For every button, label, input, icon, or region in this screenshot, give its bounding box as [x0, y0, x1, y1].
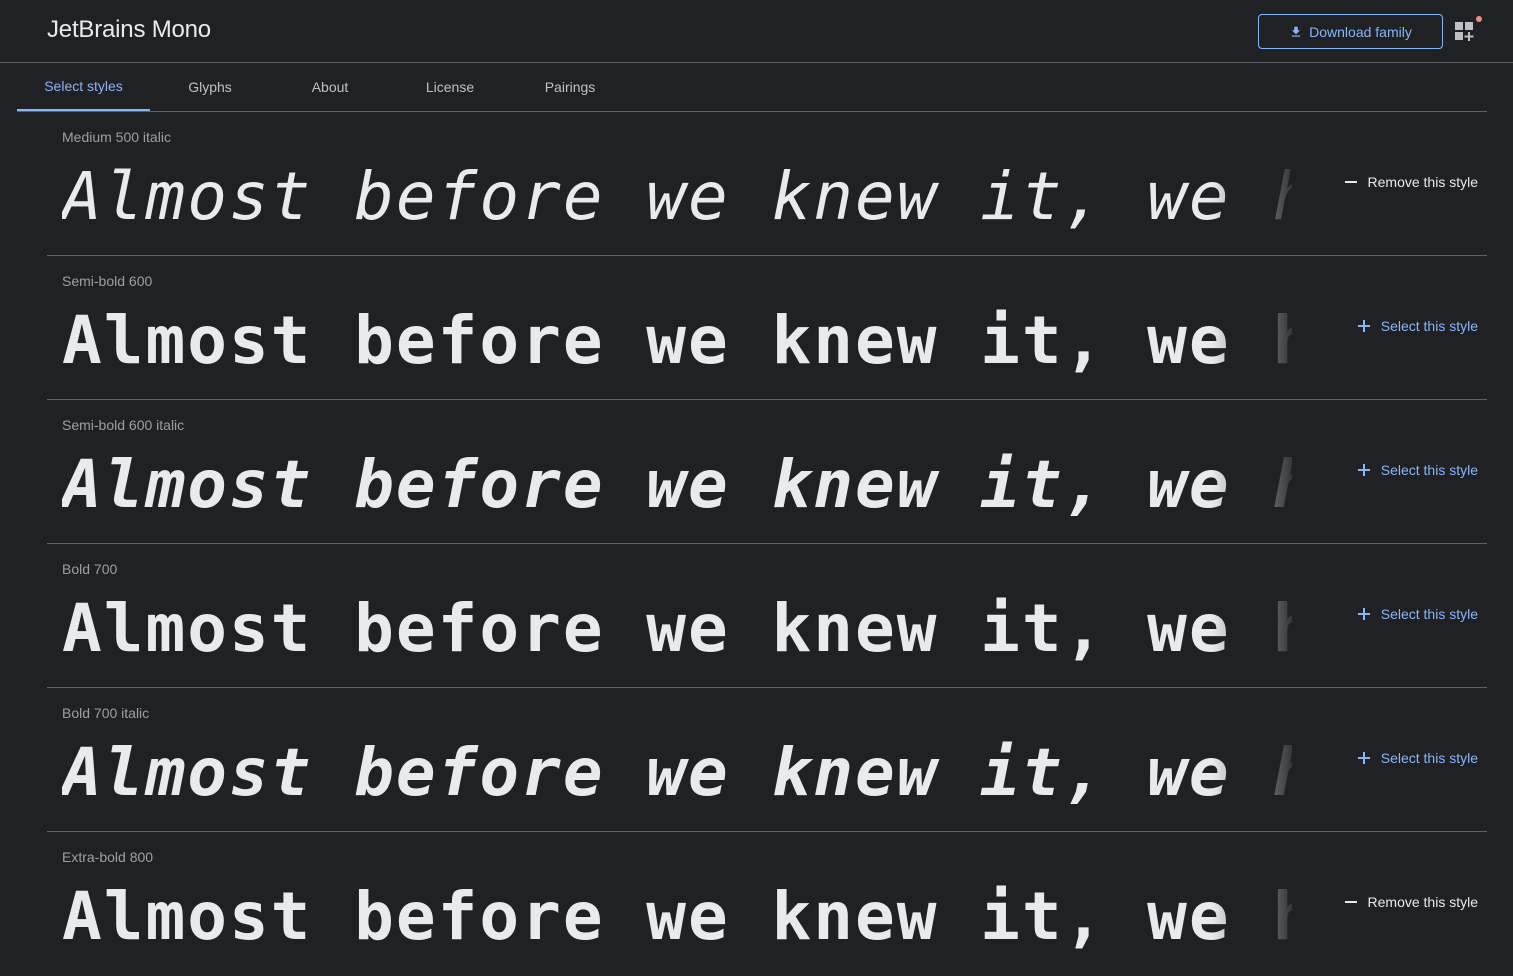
style-row-semi-bold-600: Semi-bold 600 Almost before we knew it, … — [47, 256, 1487, 400]
select-style-button[interactable]: Select this style — [1357, 748, 1478, 768]
style-row-extra-bold-800: Extra-bold 800 Almost before we knew it,… — [47, 832, 1487, 976]
tab-license[interactable]: License — [390, 63, 510, 111]
style-label: Bold 700 — [62, 561, 118, 577]
tab-glyphs[interactable]: Glyphs — [150, 63, 270, 111]
style-label: Extra-bold 800 — [62, 849, 154, 865]
action-label: Select this style — [1380, 318, 1478, 334]
specimen-text[interactable]: Almost before we knew it, we had left th… — [62, 877, 1292, 957]
specimen-text[interactable]: Almost before we knew it, we had left th… — [62, 733, 1292, 813]
tab-about[interactable]: About — [270, 63, 390, 111]
notification-dot — [1476, 16, 1482, 22]
remove-style-button[interactable]: Remove this style — [1344, 172, 1478, 192]
font-family-title: JetBrains Mono — [47, 16, 211, 43]
download-family-label: Download family — [1309, 23, 1412, 40]
selected-families-icon[interactable] — [1455, 22, 1475, 42]
download-family-button[interactable]: Download family — [1258, 14, 1443, 49]
tab-pairings[interactable]: Pairings — [510, 63, 630, 111]
style-row-semi-bold-600-italic: Semi-bold 600 italic Almost before we kn… — [47, 400, 1487, 544]
specimen-text[interactable]: Almost before we knew it, we had left th… — [62, 589, 1292, 669]
action-label: Remove this style — [1367, 894, 1478, 910]
style-label: Semi-bold 600 italic — [62, 417, 185, 433]
style-row-medium-500-italic: Medium 500 italic Almost before we knew … — [47, 112, 1487, 256]
select-style-button[interactable]: Select this style — [1357, 604, 1478, 624]
select-style-button[interactable]: Select this style — [1357, 316, 1478, 336]
style-label: Medium 500 italic — [62, 129, 171, 145]
specimen-text[interactable]: Almost before we knew it, we had left th… — [62, 157, 1292, 237]
minus-icon — [1344, 181, 1357, 183]
style-label: Semi-bold 600 — [62, 273, 153, 289]
style-row-bold-700: Bold 700 Almost before we knew it, we ha… — [47, 544, 1487, 688]
action-label: Remove this style — [1367, 174, 1478, 190]
style-row-bold-700-italic: Bold 700 italic Almost before we knew it… — [47, 688, 1487, 832]
style-label: Bold 700 italic — [62, 705, 150, 721]
specimen-text[interactable]: Almost before we knew it, we had left th… — [62, 301, 1292, 381]
top-bar: JetBrains Mono Download family — [0, 0, 1513, 63]
plus-icon — [1357, 464, 1370, 476]
plus-icon — [1357, 320, 1370, 332]
action-label: Select this style — [1380, 606, 1478, 622]
action-label: Select this style — [1380, 750, 1478, 766]
tab-bar: Select styles Glyphs About License Pairi… — [17, 63, 1487, 112]
action-label: Select this style — [1380, 462, 1478, 478]
specimen-text[interactable]: Almost before we knew it, we had left th… — [62, 445, 1292, 525]
plus-icon — [1357, 608, 1370, 620]
select-style-button[interactable]: Select this style — [1357, 460, 1478, 480]
minus-icon — [1344, 901, 1357, 903]
download-icon — [1292, 26, 1301, 37]
tab-select-styles[interactable]: Select styles — [17, 63, 150, 111]
remove-style-button[interactable]: Remove this style — [1344, 892, 1478, 912]
plus-icon — [1357, 752, 1370, 764]
